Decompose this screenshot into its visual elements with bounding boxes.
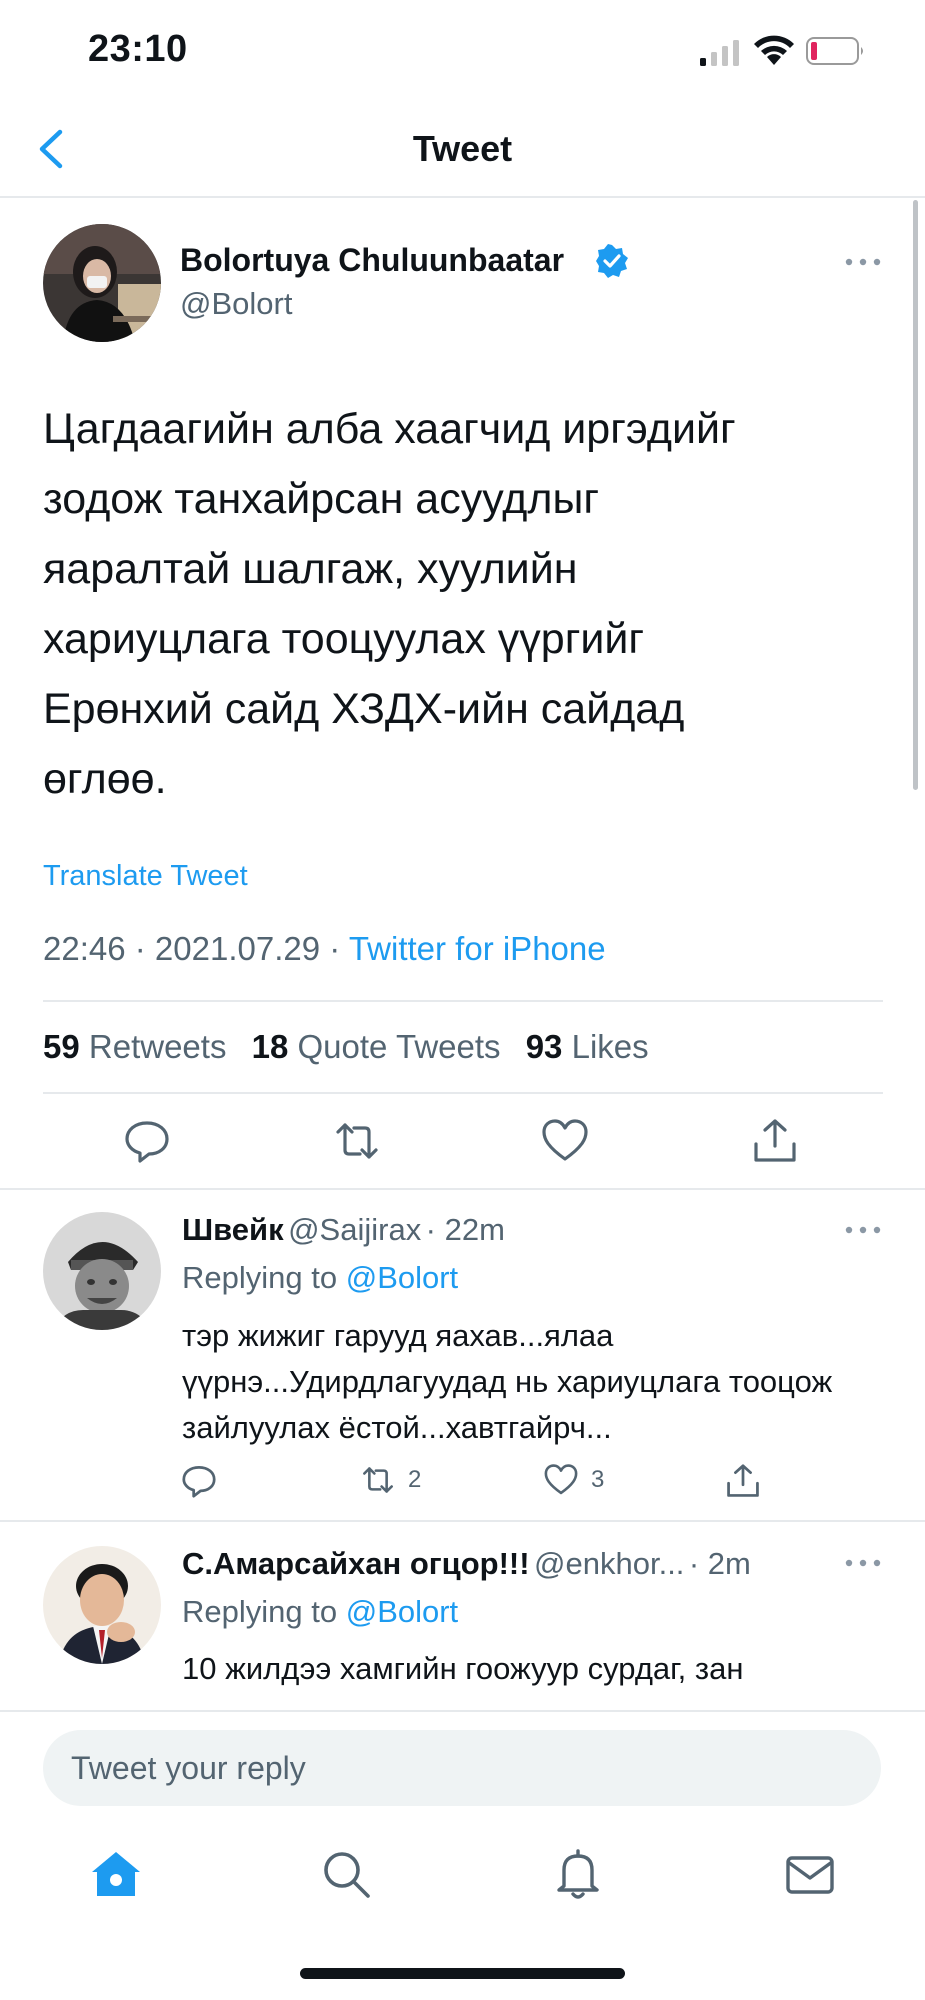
- status-bar-time: 23:10: [88, 28, 188, 70]
- reply-icon[interactable]: [122, 1116, 172, 1166]
- tweet-date: 2021.07.29: [154, 930, 321, 967]
- author-handle[interactable]: @Bolort: [180, 286, 292, 322]
- divider: [43, 1092, 883, 1094]
- back-button[interactable]: [30, 124, 74, 174]
- share-icon[interactable]: [724, 1462, 762, 1500]
- tweet-reply-input[interactable]: [43, 1730, 881, 1806]
- tweet-meta: 22:46 · 2021.07.29 · Twitter for iPhone: [43, 930, 606, 967]
- divider: [43, 1000, 883, 1002]
- reply-retweet-action[interactable]: 2: [360, 1462, 421, 1498]
- divider: [0, 1710, 925, 1712]
- retweet-icon[interactable]: [332, 1116, 382, 1166]
- author-avatar[interactable]: [43, 224, 161, 342]
- battery-low-icon: [806, 37, 863, 65]
- like-count: 3: [591, 1466, 605, 1493]
- reply-avatar[interactable]: [43, 1546, 161, 1664]
- reply-header: Швейк @Saijirax · 22m: [182, 1212, 505, 1248]
- search-icon[interactable]: [318, 1846, 374, 1902]
- divider: [0, 1520, 925, 1522]
- divider: [0, 1188, 925, 1190]
- retweets-stat[interactable]: 59 Retweets: [43, 1028, 242, 1065]
- page-title: Tweet: [412, 128, 513, 169]
- quote-tweets-stat[interactable]: 18 Quote Tweets: [252, 1028, 517, 1065]
- like-heart-icon[interactable]: [540, 1116, 590, 1166]
- author-name[interactable]: Bolortuya Chuluunbaatar: [180, 242, 564, 279]
- replying-to: Replying to @Bolort: [182, 1594, 459, 1629]
- reply-author-handle[interactable]: @Saijirax: [288, 1212, 421, 1247]
- retweet-count: 2: [408, 1466, 422, 1493]
- reply-icon[interactable]: [180, 1462, 218, 1500]
- wifi-icon: [754, 35, 794, 65]
- more-options-icon[interactable]: [843, 252, 883, 272]
- notifications-bell-icon[interactable]: [550, 1846, 606, 1902]
- replying-to: Replying to @Bolort: [182, 1260, 459, 1295]
- tweet-source-link[interactable]: Twitter for iPhone: [349, 930, 606, 967]
- reply-like-action[interactable]: 3: [543, 1462, 604, 1498]
- header-divider: [0, 196, 925, 198]
- reply-avatar[interactable]: [43, 1212, 161, 1330]
- reply-text: тэр жижиг гарууд яахав...ялаа үүрнэ...Уд…: [182, 1318, 833, 1445]
- scrollbar[interactable]: [913, 200, 918, 790]
- likes-stat[interactable]: 93 Likes: [526, 1028, 665, 1065]
- verified-badge-icon: [596, 244, 628, 278]
- reply-author-name[interactable]: Швейк: [182, 1212, 284, 1247]
- reply-age: · 2m: [688, 1546, 751, 1581]
- tweet-time: 22:46: [43, 930, 126, 967]
- cellular-signal-icon: [700, 40, 739, 66]
- like-heart-icon: [544, 1464, 578, 1495]
- reply-author-name[interactable]: С.Амарсайхан огцор!!!: [182, 1546, 530, 1581]
- share-icon[interactable]: [750, 1116, 800, 1166]
- messages-envelope-icon[interactable]: [782, 1846, 838, 1902]
- more-options-icon[interactable]: [843, 1553, 883, 1573]
- tweet-stats: 59 Retweets 18 Quote Tweets 93 Likes: [43, 1028, 665, 1066]
- reply-author-handle[interactable]: @enkhor...: [534, 1546, 684, 1581]
- reply-header: С.Амарсайхан огцор!!! @enkhor... · 2m: [182, 1546, 802, 1582]
- more-options-icon[interactable]: [843, 1220, 883, 1240]
- reply-text: 10 жилдээ хамгийн гоожуур сурдаг, зан: [182, 1651, 744, 1686]
- translate-tweet-link[interactable]: Translate Tweet: [43, 860, 248, 893]
- reply-age: · 22m: [425, 1212, 505, 1247]
- home-indicator[interactable]: [300, 1968, 625, 1979]
- tweet-text: Цагдаагийн алба хаагчид иргэдийг зодож т…: [43, 405, 736, 803]
- home-icon[interactable]: [88, 1846, 144, 1902]
- replying-to-link[interactable]: @Bolort: [346, 1260, 458, 1295]
- replying-to-link[interactable]: @Bolort: [346, 1594, 458, 1629]
- retweet-icon: [363, 1467, 393, 1493]
